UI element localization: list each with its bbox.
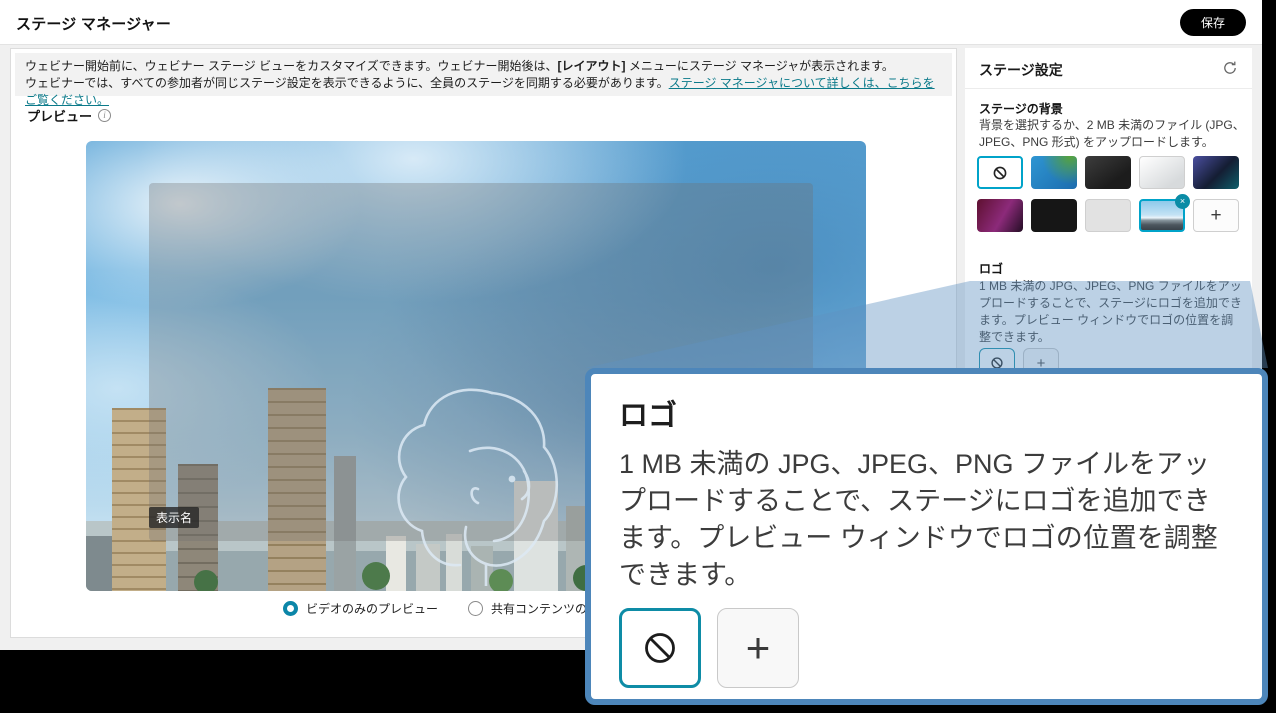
header-bar: ステージ マネージャー 保存 xyxy=(0,0,1262,45)
radio-selected-icon[interactable] xyxy=(283,601,298,616)
info-banner: ウェビナー開始前に、ウェビナー ステージ ビューをカスタマイズできます。ウェビナ… xyxy=(15,53,952,96)
background-thumbnail-grid: × + xyxy=(977,156,1239,232)
bg-thumb-light-gray[interactable] xyxy=(1085,199,1131,232)
display-name-label: 表示名 xyxy=(149,507,199,528)
banner-line2: ウェビナーでは、すべての参加者が同じステージ設定を表示できるように、全員のステー… xyxy=(25,75,942,109)
banner-line1: ウェビナー開始前に、ウェビナー ステージ ビューをカスタマイズできます。ウェビナ… xyxy=(25,58,942,75)
radio-unselected-icon[interactable] xyxy=(468,601,483,616)
logo-section-desc: 1 MB 未満の JPG、JPEG、PNG ファイルをアップロードすることで、ス… xyxy=(979,278,1245,346)
callout-logo-none-button[interactable] xyxy=(619,608,701,688)
callout-logo-desc: 1 MB 未満の JPG、JPEG、PNG ファイルをアップロードすることで、ス… xyxy=(619,446,1234,594)
sidebar-divider xyxy=(965,88,1252,89)
no-logo-icon-large xyxy=(640,628,680,668)
bg-thumb-navy-teal[interactable] xyxy=(1193,156,1239,189)
logo-section-title: ロゴ xyxy=(979,260,1003,277)
no-background-icon xyxy=(992,165,1008,181)
refresh-icon[interactable] xyxy=(1222,60,1238,76)
bg-thumb-add-button[interactable]: + xyxy=(1193,199,1239,232)
sidebar-title: ステージ設定 xyxy=(979,60,1063,80)
bg-thumb-black[interactable] xyxy=(1031,199,1077,232)
screen: ステージ マネージャー 保存 ウェビナー開始前に、ウェビナー ステージ ビューを… xyxy=(0,0,1276,713)
radio-video-only[interactable]: ビデオのみのプレビュー xyxy=(283,600,438,617)
background-section-title: ステージの背景 xyxy=(979,100,1063,117)
bg-thumb-magenta[interactable] xyxy=(977,199,1023,232)
avatar-face-illustration xyxy=(374,381,592,586)
layout-menu-ref: [レイアウト] xyxy=(558,59,626,73)
bg-thumb-dark-swirl[interactable] xyxy=(1085,156,1131,189)
remove-background-badge[interactable]: × xyxy=(1175,194,1190,209)
bg-thumb-light-swirl[interactable] xyxy=(1139,156,1185,189)
background-section-desc: 背景を選択するか、2 MB 未満のファイル (JPG、JPEG、PNG 形式) … xyxy=(979,117,1245,151)
callout-logo-buttons: + xyxy=(619,608,1234,688)
page-title: ステージ マネージャー xyxy=(16,13,171,34)
preview-heading: プレビュー i xyxy=(27,106,111,125)
callout-logo-title: ロゴ xyxy=(619,392,1234,434)
callout-logo-add-button[interactable]: + xyxy=(717,608,799,688)
bg-thumb-blue-green[interactable] xyxy=(1031,156,1077,189)
bg-thumb-none[interactable] xyxy=(977,156,1023,189)
save-button[interactable]: 保存 xyxy=(1180,9,1246,36)
logo-magnified-callout: ロゴ 1 MB 未満の JPG、JPEG、PNG ファイルをアップロードすること… xyxy=(585,368,1268,705)
info-icon[interactable]: i xyxy=(98,109,111,122)
bg-thumb-city-selected[interactable]: × xyxy=(1139,199,1185,232)
